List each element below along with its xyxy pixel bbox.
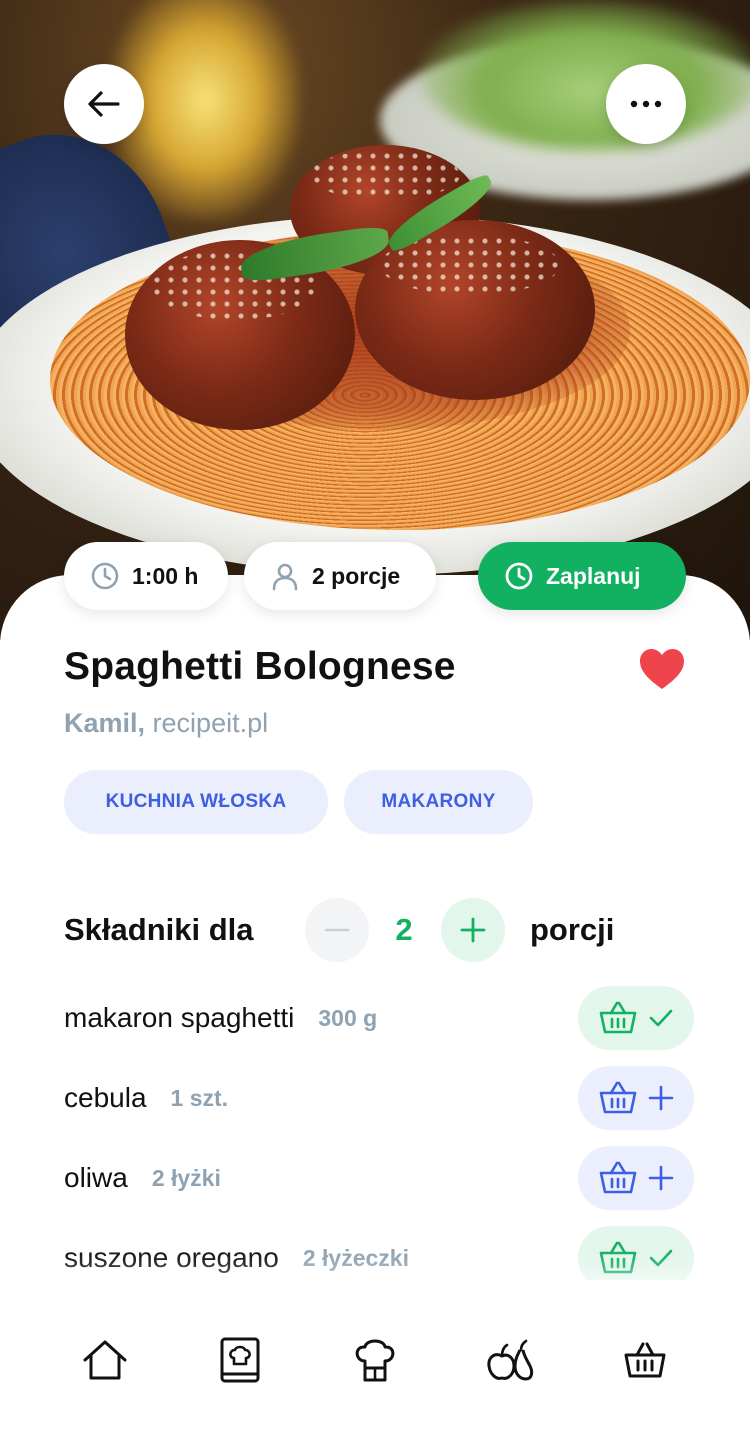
nav-basket[interactable]: [615, 1334, 675, 1386]
plus-icon: [648, 1165, 674, 1191]
cook-time-text: 1:00 h: [132, 562, 199, 589]
plan-button[interactable]: Zaplanuj: [478, 542, 686, 610]
ingredients-heading: Składniki dla: [64, 896, 254, 964]
recipe-title: Spaghetti Bolognese: [64, 645, 456, 688]
ingredient-name: oliwa: [64, 1162, 128, 1193]
basket-add-button[interactable]: [578, 1066, 694, 1130]
user-icon: [272, 563, 298, 591]
basket-add-button[interactable]: [578, 1146, 694, 1210]
more-horizontal-icon: [630, 100, 662, 108]
tag-pasta[interactable]: MAKARONY: [344, 770, 533, 834]
ingredient-quantity: 1 szt.: [170, 1084, 229, 1111]
nav-cooking[interactable]: [345, 1334, 405, 1386]
check-icon: [649, 1009, 673, 1027]
author-name: Kamil,: [64, 708, 146, 738]
fruit-icon: [487, 1339, 534, 1381]
author-source: recipeit.pl: [152, 708, 269, 738]
servings-badge: 2 porcje: [244, 542, 436, 610]
ingredient-name: cebula: [64, 1082, 147, 1113]
basket-icon: [599, 1241, 637, 1274]
ingredient-row: cebula 1 szt.: [0, 1066, 750, 1130]
basket-icon: [599, 1001, 637, 1034]
back-button[interactable]: [64, 64, 144, 144]
increase-servings-button[interactable]: [441, 898, 505, 962]
ingredient-quantity: 2 łyżeczki: [302, 1244, 409, 1271]
decrease-servings-button[interactable]: [305, 898, 369, 962]
ingredient-name: makaron spaghetti: [64, 1002, 295, 1033]
tag-italian-cuisine[interactable]: KUCHNIA WŁOSKA: [64, 770, 328, 834]
ingredient-row: makaron spaghetti 300 g: [0, 986, 750, 1050]
basket-icon: [599, 1161, 637, 1194]
ingredient-row: oliwa 2 łyżki: [0, 1146, 750, 1210]
home-icon: [83, 1340, 127, 1380]
ingredient-quantity: 300 g: [318, 1004, 378, 1031]
basket-icon: [624, 1342, 666, 1378]
ingredients-heading-suffix: porcji: [530, 912, 615, 947]
basket-toggle-button[interactable]: [578, 986, 694, 1050]
ingredient-quantity: 2 łyżki: [151, 1164, 221, 1191]
ingredient-name: suszone oregano: [64, 1242, 279, 1273]
chef-hat-icon: [355, 1339, 395, 1382]
favorite-heart-icon[interactable]: [638, 647, 686, 691]
servings-text: 2 porcje: [312, 562, 401, 589]
clock-icon: [91, 562, 119, 590]
basket-icon: [599, 1081, 637, 1114]
arrow-left-icon: [88, 91, 120, 117]
check-icon: [649, 1249, 673, 1267]
nav-products[interactable]: [480, 1334, 540, 1386]
recipe-author: Kamil, recipeit.pl: [64, 708, 268, 739]
cook-time-badge: 1:00 h: [64, 542, 228, 610]
plus-icon: [460, 917, 486, 943]
ingredient-row: suszone oregano 2 łyżeczki: [0, 1226, 750, 1280]
clock-icon: [505, 562, 533, 590]
basket-toggle-button[interactable]: [578, 1226, 694, 1280]
servings-count: 2: [395, 912, 413, 947]
nav-home[interactable]: [75, 1334, 135, 1386]
bottom-navigation: [0, 1290, 750, 1440]
recipe-book-icon: [220, 1337, 260, 1383]
more-options-button[interactable]: [606, 64, 686, 144]
ingredients-heading-prefix: Składniki dla: [64, 912, 254, 947]
ingredient-list: makaron spaghetti 300 g cebula 1 szt. ol…: [0, 986, 750, 1280]
plus-icon: [648, 1085, 674, 1111]
minus-icon: [324, 928, 350, 932]
plan-button-label: Zaplanuj: [546, 562, 641, 589]
nav-recipe-book[interactable]: [210, 1334, 270, 1386]
